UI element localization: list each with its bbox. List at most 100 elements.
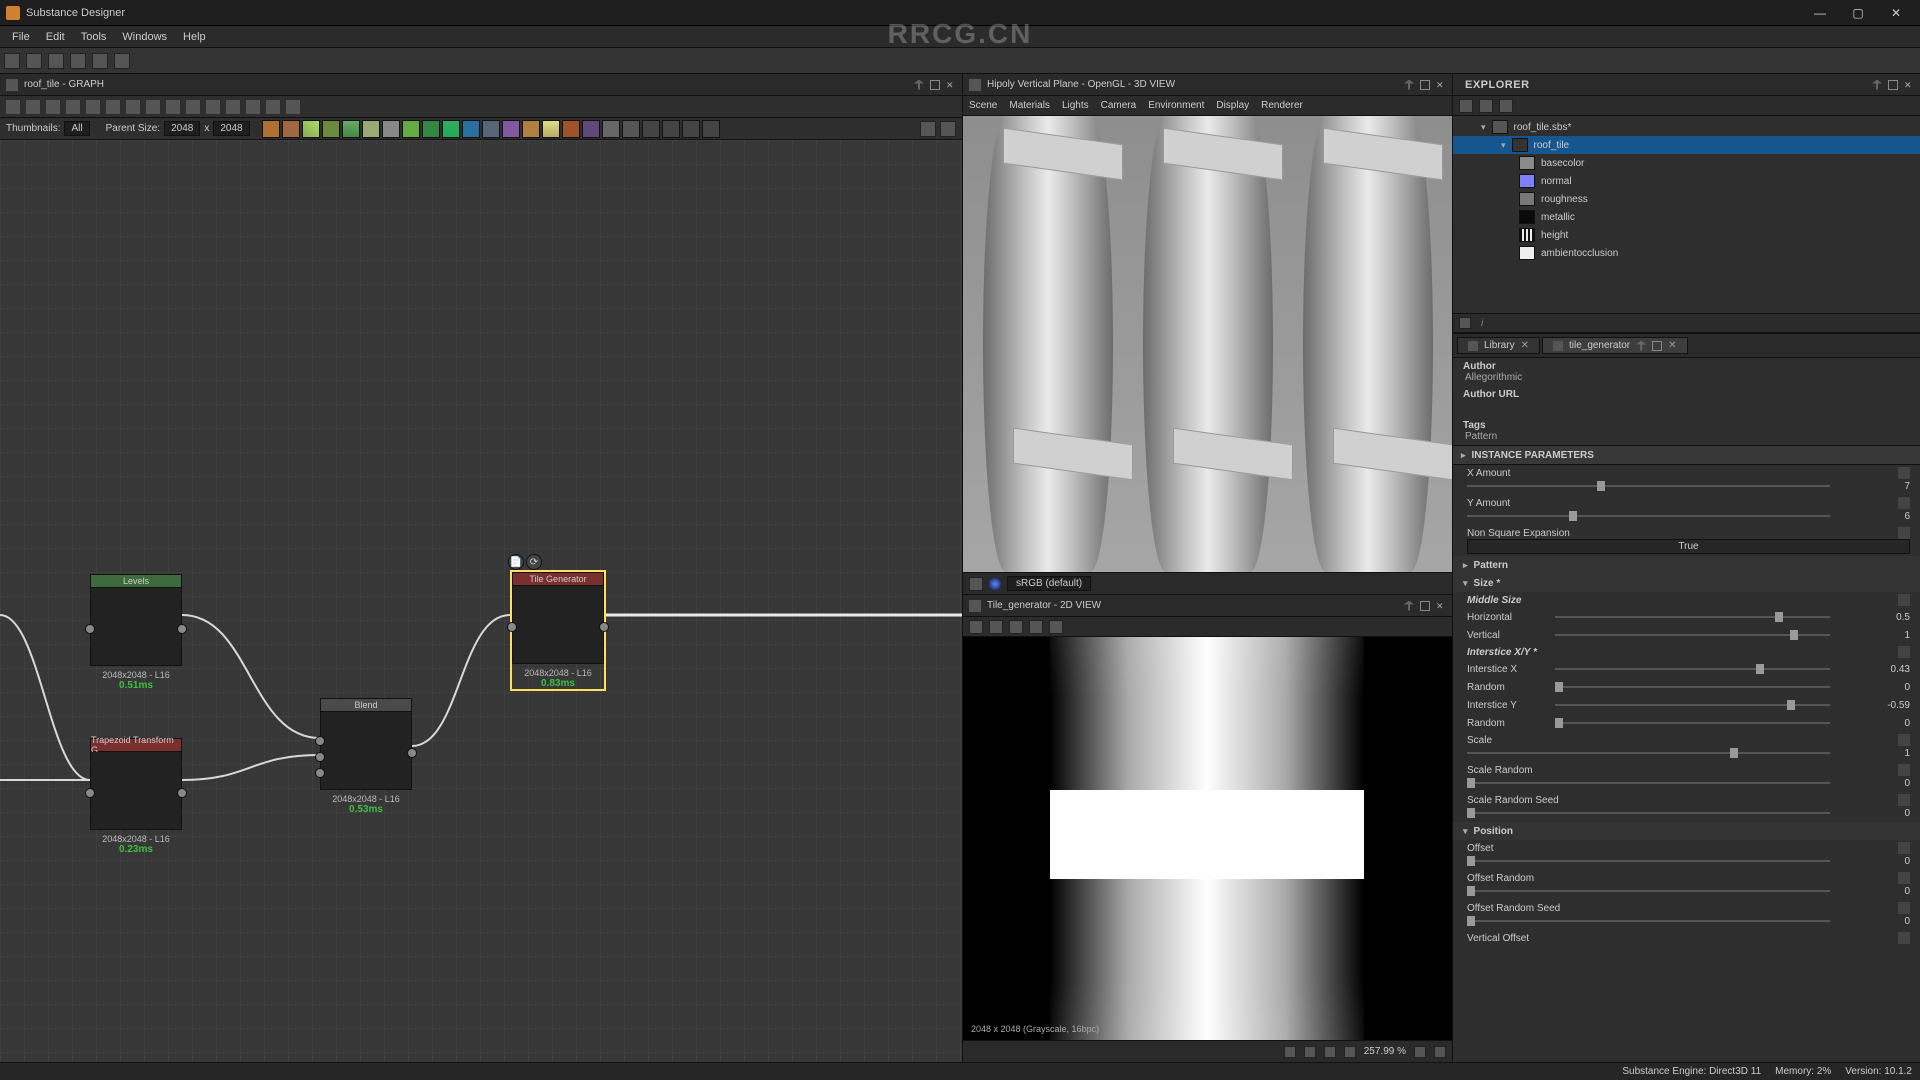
tile-icon[interactable] xyxy=(1304,1046,1316,1058)
view3d-menu-scene[interactable]: Scene xyxy=(969,100,997,111)
viewport-3d[interactable] xyxy=(963,116,1452,572)
toolbar-info-icon[interactable] xyxy=(126,100,140,114)
interstice-x-value[interactable]: 0.43 xyxy=(1868,664,1910,675)
swatch-distance[interactable] xyxy=(522,120,540,138)
non-square-value[interactable]: True xyxy=(1467,539,1910,554)
view3d-menu-renderer[interactable]: Renderer xyxy=(1261,100,1303,111)
scale-random-seed-slider[interactable] xyxy=(1467,806,1860,820)
vertical-slider[interactable] xyxy=(1555,628,1860,642)
chevron-down-icon[interactable] xyxy=(1501,140,1506,151)
view-3d-close-icon[interactable] xyxy=(1436,80,1446,90)
toolbar-edit-icon[interactable] xyxy=(246,100,260,114)
pin-icon[interactable] xyxy=(914,80,924,90)
view2d-info-icon[interactable] xyxy=(1029,620,1043,634)
tree-output-basecolor[interactable]: basecolor xyxy=(1453,154,1920,172)
random1-slider[interactable] xyxy=(1555,680,1860,694)
node-levels-output[interactable] xyxy=(177,624,187,634)
explorer-save-icon[interactable] xyxy=(1459,99,1473,113)
explorer-footer-info-icon[interactable]: i xyxy=(1481,318,1483,329)
swatch-fx2[interactable] xyxy=(662,120,680,138)
explorer-options-icon[interactable] xyxy=(1499,99,1513,113)
export-icon[interactable] xyxy=(114,53,130,69)
toolbar-grid-icon[interactable] xyxy=(146,100,160,114)
swatch-fx4[interactable] xyxy=(702,120,720,138)
swatch-grayscale[interactable] xyxy=(482,120,500,138)
view2d-clip-icon[interactable] xyxy=(1009,620,1023,634)
param-reset-icon[interactable] xyxy=(1898,842,1910,854)
home-icon[interactable] xyxy=(4,53,20,69)
node-blend-input-mask[interactable] xyxy=(315,768,325,778)
viewport-2d[interactable]: 2048 x 2048 (Grayscale, 16bpc) xyxy=(963,637,1452,1040)
swatch-fx1[interactable] xyxy=(642,120,660,138)
param-reset-icon[interactable] xyxy=(1898,497,1910,509)
swatch-text[interactable] xyxy=(562,120,580,138)
tree-output-ao[interactable]: ambientocclusion xyxy=(1453,244,1920,262)
tab-library-close-icon[interactable]: ✕ xyxy=(1521,340,1529,351)
param-reset-icon[interactable] xyxy=(1898,932,1910,944)
param-reset-icon[interactable] xyxy=(1898,594,1910,606)
scale-random-slider[interactable] xyxy=(1467,776,1860,790)
options-icon[interactable] xyxy=(940,121,956,137)
view-2d-close-icon[interactable] xyxy=(1436,601,1446,611)
swatch-pixel[interactable] xyxy=(622,120,640,138)
swatch-normal[interactable] xyxy=(442,120,460,138)
node-tile-generator[interactable]: 📄 ⟳ Tile Generator 2048x2048 - L16 0.83m… xyxy=(512,572,604,689)
explorer-pin-icon[interactable] xyxy=(1872,80,1882,90)
instance-parameters-header[interactable]: INSTANCE PARAMETERS xyxy=(1453,445,1920,465)
swatch-svg[interactable] xyxy=(582,120,600,138)
horizontal-value[interactable]: 0.5 xyxy=(1868,612,1910,623)
graph-tab-title[interactable]: roof_tile - GRAPH xyxy=(24,79,104,90)
parent-width-dropdown[interactable]: 2048 xyxy=(164,121,200,136)
node-trapezoid-output[interactable] xyxy=(177,788,187,798)
node-tile-refresh-icon[interactable]: ⟳ xyxy=(526,554,542,570)
maximize-panel-icon[interactable] xyxy=(930,80,940,90)
tab-node-close-icon[interactable]: ✕ xyxy=(1668,340,1676,351)
random2-slider[interactable] xyxy=(1555,716,1860,730)
swatch-channels[interactable] xyxy=(462,120,480,138)
swatch-fx3[interactable] xyxy=(682,120,700,138)
save-all-icon[interactable] xyxy=(92,53,108,69)
param-reset-icon[interactable] xyxy=(1898,527,1910,539)
pattern-group[interactable]: Pattern xyxy=(1453,556,1920,574)
grid-icon[interactable] xyxy=(1284,1046,1296,1058)
node-trapezoid[interactable]: Trapezoid Transform G... 2048x2048 - L16… xyxy=(90,738,182,855)
swatch-blend[interactable] xyxy=(282,120,300,138)
swatch-emboss[interactable] xyxy=(542,120,560,138)
view3d-menu-environment[interactable]: Environment xyxy=(1148,100,1204,111)
explorer-max-icon[interactable] xyxy=(1888,80,1898,90)
param-reset-icon[interactable] xyxy=(1898,467,1910,479)
close-button[interactable]: ✕ xyxy=(1878,3,1914,23)
thumbnails-dropdown[interactable]: All xyxy=(64,121,89,136)
param-reset-icon[interactable] xyxy=(1898,902,1910,914)
param-reset-icon[interactable] xyxy=(1898,872,1910,884)
save-icon[interactable] xyxy=(70,53,86,69)
lock-icon[interactable] xyxy=(1434,1046,1446,1058)
offset-value[interactable]: 0 xyxy=(1868,856,1910,867)
menu-edit[interactable]: Edit xyxy=(38,31,73,43)
node-levels-input[interactable] xyxy=(85,624,95,634)
x-amount-slider[interactable] xyxy=(1467,479,1860,493)
swatch-warp[interactable] xyxy=(402,120,420,138)
explorer-refresh-icon[interactable] xyxy=(1479,99,1493,113)
swatch-sharpen[interactable] xyxy=(382,120,400,138)
horizontal-slider[interactable] xyxy=(1555,610,1860,624)
tree-output-normal[interactable]: normal xyxy=(1453,172,1920,190)
node-blend-input-bg[interactable] xyxy=(315,752,325,762)
tree-root[interactable]: roof_tile.sbs* xyxy=(1453,118,1920,136)
explorer-close-icon[interactable] xyxy=(1904,80,1914,90)
offset-random-value[interactable]: 0 xyxy=(1868,886,1910,897)
tab-node-pin-icon[interactable] xyxy=(1636,341,1646,351)
colorspace-dropdown[interactable]: sRGB (default) xyxy=(1007,576,1091,591)
toolbar-time-icon[interactable] xyxy=(66,100,80,114)
checker-icon[interactable] xyxy=(1324,1046,1336,1058)
gizmo-icon[interactable] xyxy=(969,577,983,591)
view3d-menu-lights[interactable]: Lights xyxy=(1062,100,1089,111)
toolbar-link-icon[interactable] xyxy=(106,100,120,114)
toolbar-zoom-icon[interactable] xyxy=(186,100,200,114)
param-reset-icon[interactable] xyxy=(1898,734,1910,746)
menu-help[interactable]: Help xyxy=(175,31,214,43)
node-blend-output[interactable] xyxy=(407,748,417,758)
offset-slider[interactable] xyxy=(1467,854,1860,868)
view3d-menu-camera[interactable]: Camera xyxy=(1101,100,1137,111)
link-materials-icon[interactable] xyxy=(920,121,936,137)
